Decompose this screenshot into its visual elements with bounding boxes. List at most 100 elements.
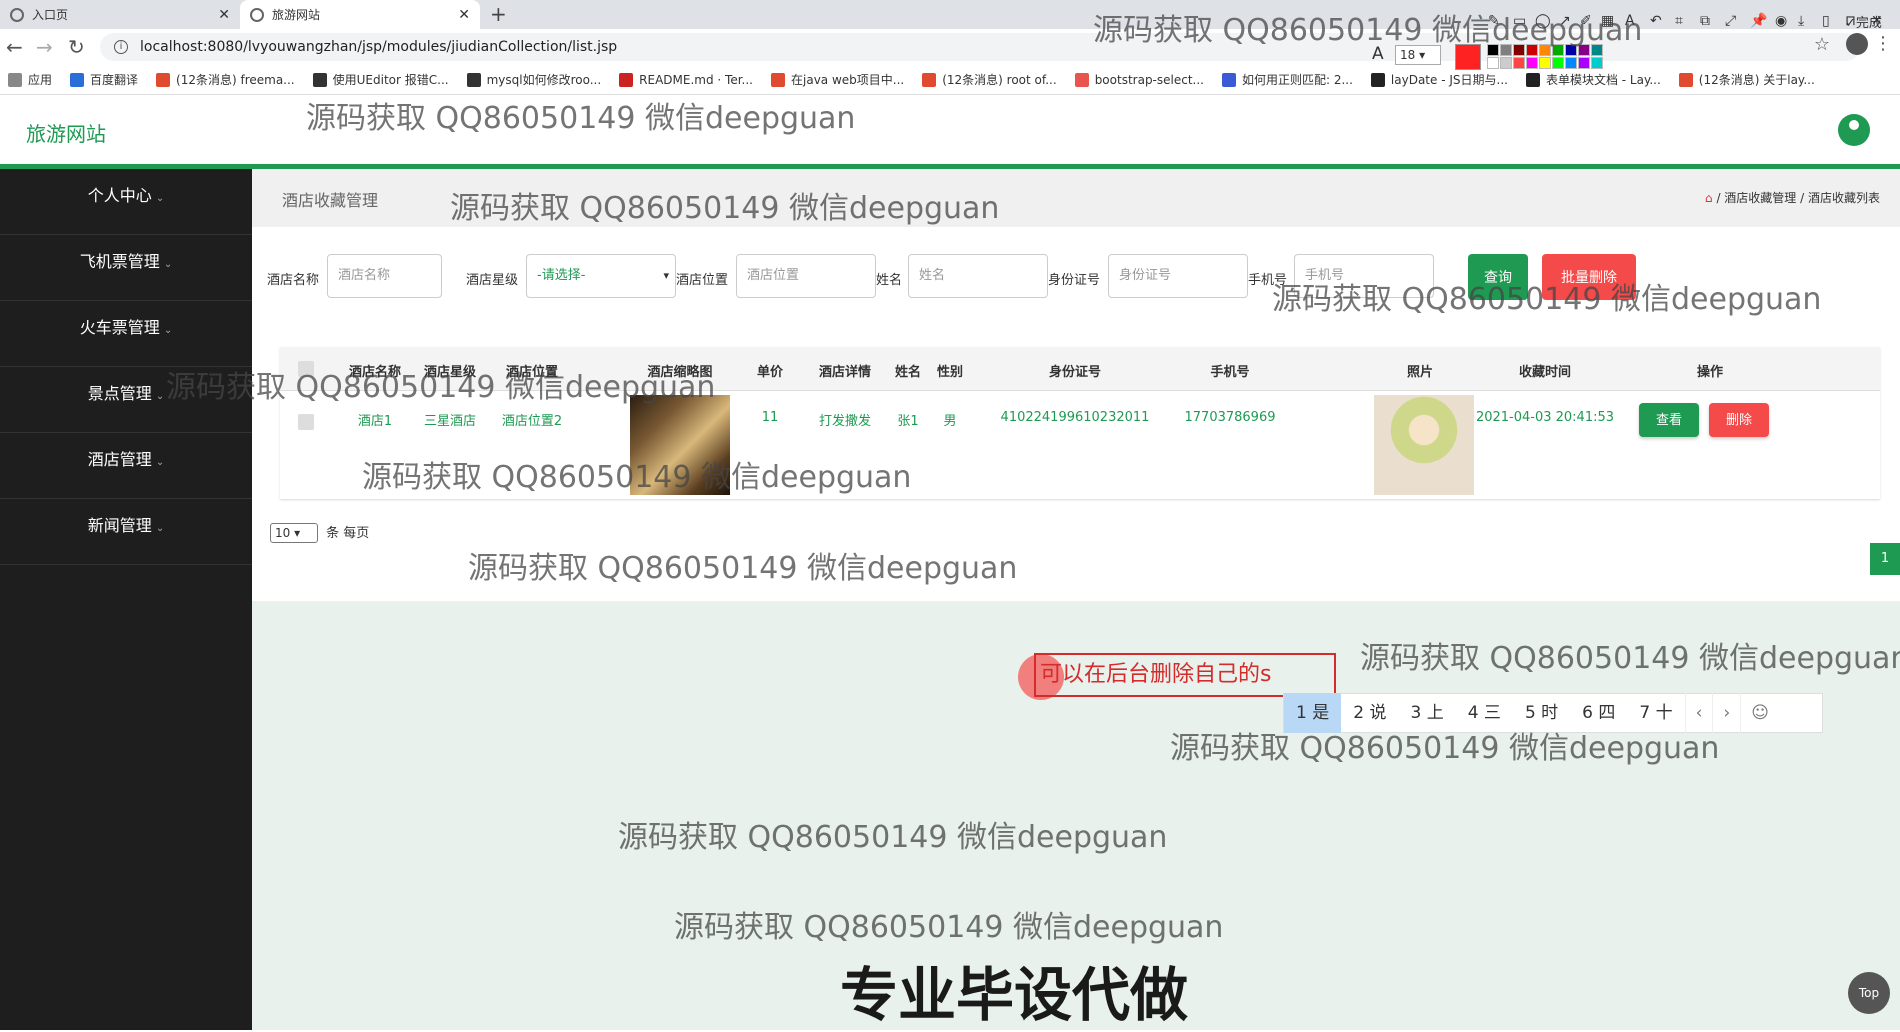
close-tab-icon[interactable]: ✕ — [218, 7, 230, 23]
user-avatar[interactable] — [1838, 114, 1870, 146]
page-size-control: 10 ▾ 条 每页 — [270, 522, 369, 543]
hotel-name-label: 酒店名称 — [267, 273, 320, 288]
bookmark-item[interactable]: layDate - JS日期与... — [1370, 71, 1508, 88]
app-header: 旅游网站 — [0, 96, 1900, 164]
delete-button[interactable]: 删除 — [1709, 403, 1769, 437]
layui-icon — [1370, 72, 1385, 87]
sidebar-item-hotel[interactable]: 酒店管理 ⌄ — [0, 433, 252, 499]
bookmark-item[interactable]: 使用UEditor 报错C... — [312, 71, 449, 88]
sidebar-item-news[interactable]: 新闻管理 ⌄ — [0, 499, 252, 565]
color-swatch[interactable] — [1552, 57, 1564, 69]
row-checkbox[interactable] — [298, 414, 314, 430]
breadcrumb-item[interactable]: 酒店收藏管理 — [1724, 191, 1796, 205]
bookmark-item[interactable]: mysql如何修改roo... — [466, 71, 601, 88]
watermark: 源码获取 QQ86050149 微信deepguan — [674, 910, 1224, 945]
page-size-select[interactable]: 10 ▾ — [270, 523, 318, 543]
forward-icon[interactable]: → — [36, 35, 53, 59]
pin-icon[interactable]: 📌 — [1750, 13, 1767, 29]
record-icon[interactable]: ◉ — [1775, 13, 1787, 29]
site-logo[interactable]: 旅游网站 — [26, 118, 106, 147]
done-button[interactable]: ✓完成 — [1845, 12, 1882, 31]
bookmark-item[interactable]: 在java web项目中... — [771, 71, 904, 88]
cell-hotel-star: 三星酒店 — [423, 414, 476, 429]
column-header: 收藏时间 — [1518, 365, 1571, 380]
column-header: 照片 — [1406, 365, 1433, 380]
sidebar-item-flight[interactable]: 飞机票管理 ⌄ — [0, 235, 252, 301]
bookmark-item[interactable]: 表单模块文档 - Lay... — [1525, 71, 1661, 88]
color-swatch[interactable] — [1526, 57, 1538, 69]
expand-icon[interactable]: ⤢ — [1725, 13, 1736, 29]
cell-phone: 17703786969 — [1184, 410, 1276, 425]
close-tab-icon[interactable]: ✕ — [458, 7, 470, 23]
page-title: 酒店收藏管理 — [282, 191, 379, 210]
bookmark-item[interactable]: README.md · Ter... — [619, 72, 753, 87]
tab-title: 旅游网站 — [272, 8, 321, 22]
watermark: 源码获取 QQ86050149 微信deepguan — [1093, 13, 1643, 48]
name-label: 姓名 — [876, 273, 903, 288]
bookmark-item[interactable]: 百度翻译 — [70, 71, 138, 88]
page-size-suffix: 条 每页 — [326, 526, 370, 541]
home-icon[interactable]: ⌂ — [1705, 191, 1713, 205]
site-icon — [466, 72, 481, 87]
color-swatch[interactable] — [1539, 57, 1551, 69]
id-card-input[interactable]: 身份证号 — [1108, 254, 1248, 298]
info-icon[interactable]: i — [114, 40, 128, 54]
hotel-star-select[interactable]: -请选择- ▾ — [526, 254, 676, 298]
breadcrumb: ⌂ / 酒店收藏管理 / 酒店收藏列表 — [1704, 191, 1880, 205]
cell-hotel-location: 酒店位置2 — [501, 414, 563, 429]
csdn-icon — [922, 72, 937, 87]
tab-title: 入口页 — [32, 8, 69, 22]
bookmark-item[interactable]: bootstrap-select... — [1074, 72, 1204, 87]
cell-detail: 打发撒发 — [818, 414, 871, 429]
color-swatch[interactable] — [1500, 57, 1512, 69]
browser-tab-site[interactable]: 旅游网站 ✕ — [240, 0, 480, 29]
cell-id-card: 410224199610232011 — [1000, 410, 1150, 425]
hotel-name-input[interactable]: 酒店名称 — [327, 254, 442, 298]
user-photo-image — [1374, 395, 1474, 495]
site-icon — [1221, 72, 1236, 87]
translate-icon — [70, 72, 85, 87]
bookmark-item[interactable]: 如何用正则匹配: 2... — [1221, 71, 1353, 88]
globe-icon — [10, 7, 24, 22]
site-icon — [1074, 72, 1089, 87]
chevron-down-icon: ⌄ — [155, 457, 165, 468]
column-header: 单价 — [756, 365, 783, 380]
color-swatch[interactable] — [1487, 57, 1499, 69]
bookmark-item[interactable]: (12条消息) 关于lay... — [1678, 71, 1815, 88]
undo-icon[interactable]: ↶ — [1650, 13, 1662, 29]
bookmark-item[interactable]: (12条消息) freema... — [156, 71, 295, 88]
color-swatch[interactable] — [1565, 57, 1577, 69]
browser-tab-entry[interactable]: 入口页 ✕ — [0, 0, 240, 29]
column-header: 操作 — [1696, 365, 1723, 380]
screen-icon[interactable]: ⧉ — [1700, 13, 1710, 29]
name-input[interactable]: 姓名 — [908, 254, 1048, 298]
sidebar-item-train[interactable]: 火车票管理 ⌄ — [0, 301, 252, 367]
reload-icon[interactable]: ↻ — [68, 35, 85, 59]
bookmark-item[interactable]: (12条消息) root of... — [922, 71, 1057, 88]
watermark: 源码获取 QQ86050149 微信deepguan — [166, 370, 716, 405]
download-icon[interactable]: ⤓ — [1798, 13, 1804, 29]
hotel-location-input[interactable]: 酒店位置 — [736, 254, 876, 298]
site-icon — [312, 72, 327, 87]
cell-gender: 男 — [943, 414, 957, 429]
color-swatch[interactable] — [1578, 57, 1590, 69]
phone-icon[interactable]: ▯ — [1822, 13, 1830, 29]
crop-icon[interactable]: ⌗ — [1675, 13, 1683, 29]
watermark: 源码获取 QQ86050149 微信deepguan — [1360, 641, 1900, 676]
page-number-button[interactable]: 1 — [1870, 543, 1900, 575]
watermark: 源码获取 QQ86050149 微信deepguan — [362, 460, 912, 495]
cell-person-name: 张1 — [897, 414, 919, 429]
color-swatch[interactable] — [1591, 57, 1603, 69]
view-button[interactable]: 查看 — [1639, 403, 1699, 437]
sidebar-item-profile[interactable]: 个人中心 ⌄ — [0, 169, 252, 235]
cell-price: 11 — [761, 410, 779, 425]
bookmark-apps[interactable]: 应用 — [8, 71, 52, 88]
back-to-top-button[interactable]: Top — [1848, 972, 1890, 1014]
annotation-text-input[interactable]: 可以在后台删除自己的s — [1034, 653, 1336, 697]
new-tab-button[interactable]: + — [490, 2, 507, 26]
chevron-down-icon: ▾ — [663, 269, 669, 282]
color-swatch[interactable] — [1513, 57, 1525, 69]
emoji-icon[interactable]: ☺ — [1740, 693, 1779, 733]
back-icon[interactable]: ← — [6, 35, 23, 59]
id-card-label: 身份证号 — [1048, 273, 1101, 288]
